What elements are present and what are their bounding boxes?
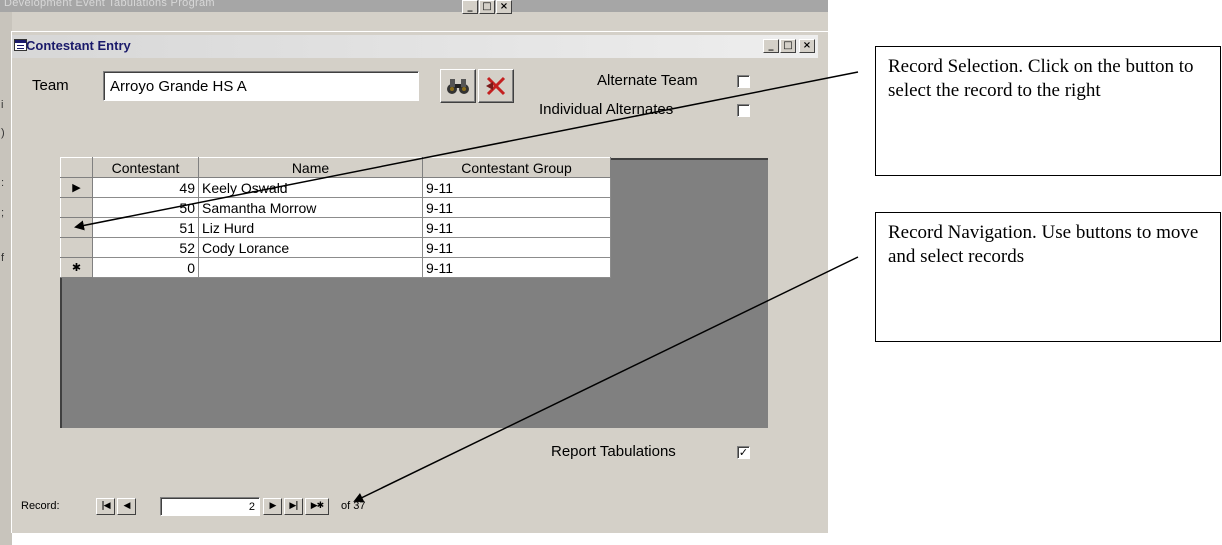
record-navigation-callout: Record Navigation. Use buttons to move a…	[875, 212, 1221, 342]
record-selection-callout: Record Selection. Click on the button to…	[875, 46, 1221, 176]
selection-arrow	[74, 71, 859, 231]
navigation-arrow	[353, 256, 859, 503]
